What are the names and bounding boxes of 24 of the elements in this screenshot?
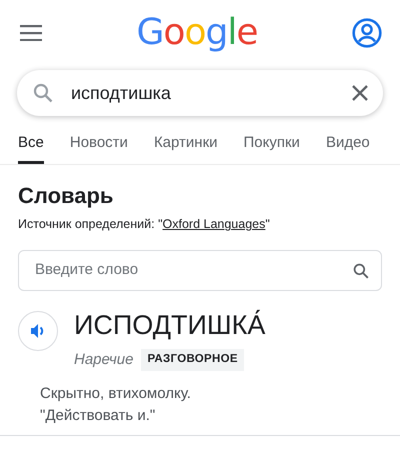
search-icon[interactable] [353,262,369,279]
account-icon[interactable] [352,18,382,48]
search-icon [33,83,53,103]
section-title: Словарь [18,183,114,210]
tab[interactable]: Все [18,128,44,164]
search-input[interactable]: исподтишка [69,78,335,108]
tab[interactable]: Покупки [244,128,300,164]
menu-icon[interactable] [20,25,42,41]
search-bar[interactable]: исподтишка [17,70,383,116]
word-search-field[interactable]: Введите слово [18,250,382,292]
example-text: "Действовать и." [40,406,156,426]
source-text: Источник определений: "Oxford Languages" [18,216,271,234]
definition-text: Скрытно, втихомолку. [40,384,192,404]
tab[interactable]: Видео [326,128,370,164]
headword: ИСПОДТИШКА́ [74,311,266,341]
source-link[interactable]: Oxford Languages [162,217,266,232]
word-input[interactable]: Введите слово [33,258,353,283]
register-label: РАЗГОВОРНОЕ [141,349,244,371]
google-logo[interactable]: Google [136,15,258,51]
close-icon[interactable] [351,84,369,102]
tab[interactable]: Картинки [154,128,218,164]
speaker-button[interactable] [18,311,58,352]
tab[interactable]: Новости [70,128,128,164]
part-of-speech: Наречие [74,350,134,370]
